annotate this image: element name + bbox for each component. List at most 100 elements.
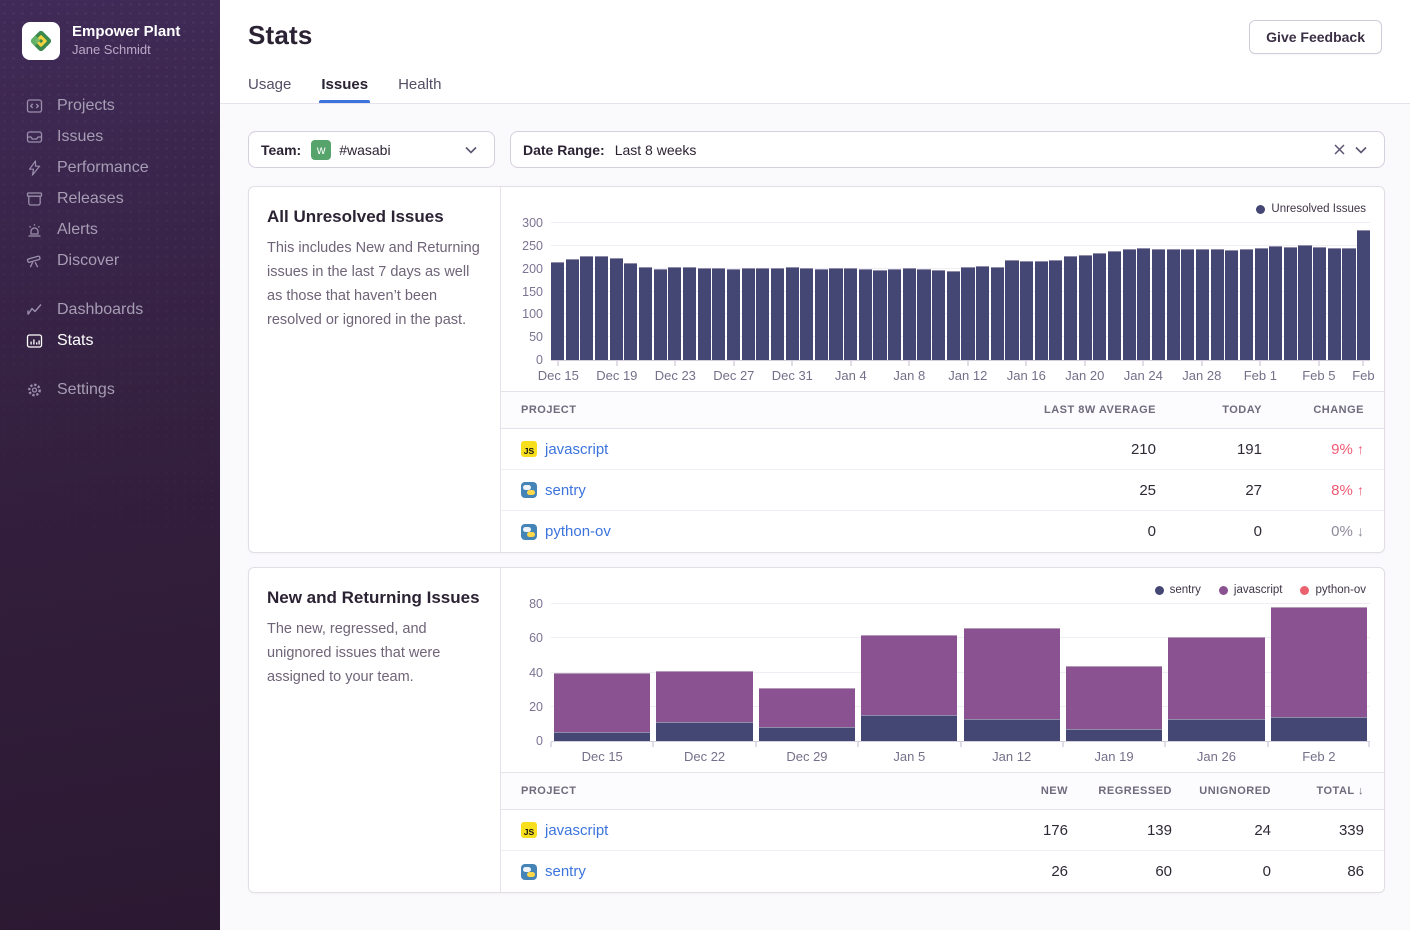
page-header: Stats Give Feedback Usage Issues Health	[220, 0, 1410, 104]
regressed-value: 139	[1068, 822, 1172, 839]
python-icon	[521, 482, 537, 498]
python-icon	[521, 524, 537, 540]
legend-unresolved-issues[interactable]: Unresolved Issues	[1256, 203, 1366, 215]
sidebar-item-label: Discover	[57, 252, 119, 270]
today-value: 27	[1156, 482, 1262, 499]
sidebar-item-settings[interactable]: Settings	[0, 374, 220, 405]
chart-bar	[1211, 249, 1224, 360]
sort-descending-icon: ↓	[1358, 785, 1364, 797]
legend-python-ov[interactable]: python-ov	[1300, 584, 1366, 596]
chart-segment	[554, 732, 650, 741]
tab-issues[interactable]: Issues	[321, 76, 368, 103]
unresolved-chart-plot: 050100150200250300	[551, 223, 1370, 360]
chart-bar	[654, 269, 667, 360]
column-header-regressed[interactable]: Regressed	[1068, 785, 1172, 797]
chart-bar	[1196, 249, 1209, 360]
tab-usage[interactable]: Usage	[248, 76, 291, 103]
chart-bar	[1181, 249, 1194, 360]
sidebar-nav: Projects Issues Performance Releases Ale…	[0, 90, 220, 405]
chart-bar	[1152, 249, 1165, 360]
arrow-up-icon: ↑	[1357, 441, 1364, 457]
chart-bar	[932, 270, 945, 360]
change-value: 8% ↑	[1262, 482, 1364, 499]
project-link[interactable]: sentry	[545, 863, 586, 880]
chart-segment	[1066, 666, 1162, 729]
table-row: python-ov 0 0 0% ↓	[501, 511, 1384, 552]
date-range-select[interactable]: Date Range: Last 8 weeks	[510, 131, 1385, 168]
chart-segment	[861, 715, 957, 741]
chevron-down-icon[interactable]	[1350, 146, 1372, 154]
chart-segment	[759, 688, 855, 727]
chart-bar	[595, 256, 608, 360]
main-content: Stats Give Feedback Usage Issues Health …	[220, 0, 1410, 930]
chart-segment	[861, 635, 957, 715]
column-header-total[interactable]: Total ↓	[1271, 785, 1364, 797]
sidebar-item-label: Stats	[57, 332, 93, 350]
sidebar-item-stats[interactable]: Stats	[0, 325, 220, 356]
tab-health[interactable]: Health	[398, 76, 441, 103]
chart-segment	[1271, 717, 1367, 741]
project-link[interactable]: javascript	[545, 822, 608, 839]
project-link[interactable]: python-ov	[545, 523, 611, 540]
sidebar-item-alerts[interactable]: Alerts	[0, 214, 220, 245]
project-link[interactable]: sentry	[545, 482, 586, 499]
sidebar-item-projects[interactable]: Projects	[0, 90, 220, 121]
chart-bar	[1020, 261, 1033, 360]
bar-chart-icon	[25, 332, 43, 349]
sidebar-item-performance[interactable]: Performance	[0, 152, 220, 183]
js-icon: JS	[521, 441, 537, 457]
chevron-down-icon[interactable]	[460, 146, 482, 154]
sidebar-item-label: Projects	[57, 97, 115, 115]
column-header-new[interactable]: New	[955, 785, 1068, 797]
panel-title: All Unresolved Issues	[267, 207, 482, 227]
date-range-value: Last 8 weeks	[615, 142, 697, 158]
chart-bar	[1137, 248, 1150, 360]
telescope-icon	[25, 252, 43, 269]
issues-icon	[25, 128, 43, 145]
sidebar-item-releases[interactable]: Releases	[0, 183, 220, 214]
sidebar-item-label: Performance	[57, 159, 149, 177]
sidebar-item-discover[interactable]: Discover	[0, 245, 220, 276]
sidebar: Empower Plant Jane Schmidt Projects Issu…	[0, 0, 220, 930]
new-returning-table: Project New Regressed Unignored Total ↓ …	[501, 772, 1384, 892]
new-value: 26	[955, 863, 1068, 880]
team-select[interactable]: Team: w #wasabi	[248, 131, 495, 168]
team-avatar: w	[311, 140, 331, 160]
filter-bar: Team: w #wasabi Date Range: Last 8 weeks	[248, 131, 1385, 168]
clear-icon[interactable]	[1329, 144, 1350, 155]
project-link[interactable]: javascript	[545, 441, 608, 458]
page-title: Stats	[248, 20, 313, 51]
python-icon	[521, 864, 537, 880]
chart-segment	[1271, 607, 1367, 717]
projects-icon	[25, 97, 43, 114]
column-header-today[interactable]: Today	[1156, 404, 1262, 416]
sidebar-item-issues[interactable]: Issues	[0, 121, 220, 152]
give-feedback-button[interactable]: Give Feedback	[1249, 20, 1382, 54]
chart-bar	[771, 268, 784, 360]
chart-bar	[815, 269, 828, 360]
new-returning-panel: New and Returning Issues The new, regres…	[248, 567, 1385, 893]
column-header-avg[interactable]: Last 8w Average	[976, 404, 1156, 416]
org-profile[interactable]: Empower Plant Jane Schmidt	[0, 0, 220, 60]
column-header-change[interactable]: Change	[1262, 404, 1364, 416]
sidebar-item-label: Settings	[57, 381, 115, 399]
column-header-project[interactable]: Project	[521, 404, 976, 416]
sidebar-item-dashboards[interactable]: Dashboards	[0, 294, 220, 325]
column-header-unignored[interactable]: Unignored	[1172, 785, 1271, 797]
total-value: 339	[1271, 822, 1364, 839]
arrow-down-icon: ↓	[1357, 523, 1364, 539]
legend-dot-icon	[1256, 205, 1265, 214]
total-value: 86	[1271, 863, 1364, 880]
unresolved-chart: Unresolved Issues 050100150200250300 Dec…	[501, 187, 1384, 387]
today-value: 191	[1156, 441, 1262, 458]
column-header-project[interactable]: Project	[521, 785, 955, 797]
chart-segment	[1168, 719, 1264, 741]
chart-bar	[903, 268, 916, 360]
chart-bar	[1225, 250, 1238, 361]
legend-dot-icon	[1219, 586, 1228, 595]
chart-bar	[991, 267, 1004, 360]
chart-bar	[566, 259, 579, 360]
chart-segment	[759, 727, 855, 741]
legend-sentry[interactable]: sentry	[1155, 584, 1201, 596]
legend-javascript[interactable]: javascript	[1219, 584, 1283, 596]
